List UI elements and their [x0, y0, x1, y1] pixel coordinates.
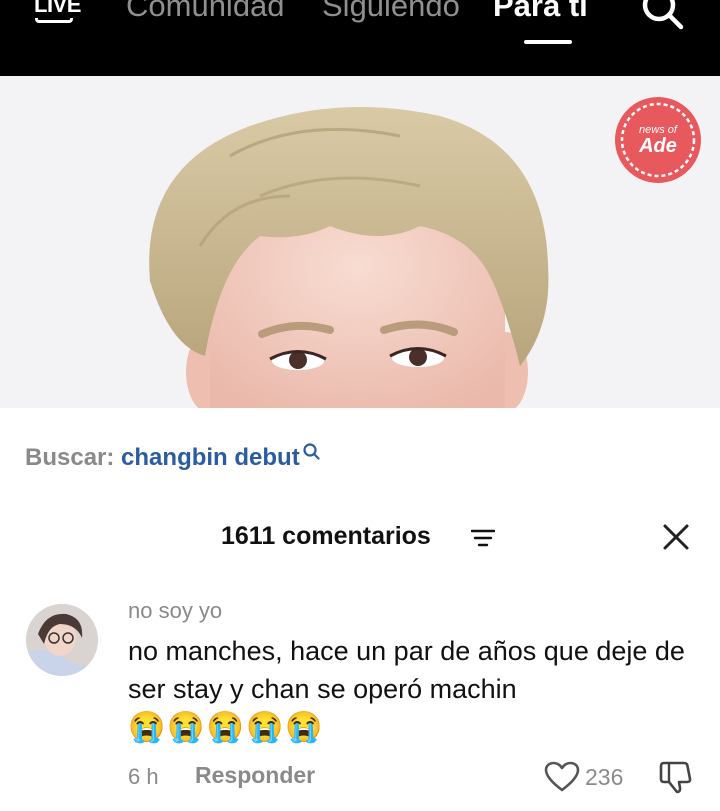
dislike-icon[interactable]	[658, 760, 694, 794]
tab-para-ti[interactable]: Para ti	[493, 0, 588, 24]
like-count: 236	[585, 764, 624, 790]
comment-emoji: 😭😭😭😭😭	[128, 711, 325, 744]
user-avatar-image	[26, 604, 98, 676]
video-frame-image	[0, 76, 720, 408]
avatar[interactable]	[26, 604, 98, 676]
video-player[interactable]: news of Ade	[0, 76, 720, 408]
search-suggestion-query[interactable]: changbin debut	[121, 444, 300, 471]
comments-count-title: 1611 comentarios	[221, 522, 431, 550]
search-icon[interactable]	[640, 0, 684, 30]
comment-text: no manches, hace un par de años que deje…	[128, 636, 685, 704]
comment-username[interactable]: no soy yo	[128, 598, 222, 624]
live-tv-icon	[35, 18, 73, 23]
search-icon	[303, 443, 320, 460]
news-of-ade-logo: news of Ade	[615, 97, 701, 183]
active-tab-indicator	[524, 40, 572, 44]
svg-text:Ade: Ade	[638, 135, 677, 157]
live-button[interactable]: LIVE	[34, 0, 81, 18]
close-icon[interactable]	[660, 521, 692, 553]
search-suggestion[interactable]: Buscar: changbin debut	[25, 443, 320, 472]
filter-icon[interactable]	[471, 528, 495, 548]
tab-comunidad[interactable]: Comunidad	[126, 0, 285, 24]
heart-icon[interactable]	[544, 761, 580, 793]
search-suggestion-label: Buscar:	[25, 444, 115, 471]
reply-button[interactable]: Responder	[195, 762, 315, 789]
tab-siguiendo[interactable]: Siguiendo	[322, 0, 460, 24]
top-navigation: LIVE Comunidad Siguiendo Para ti	[0, 0, 720, 76]
comment-timestamp: 6 h	[128, 764, 159, 789]
